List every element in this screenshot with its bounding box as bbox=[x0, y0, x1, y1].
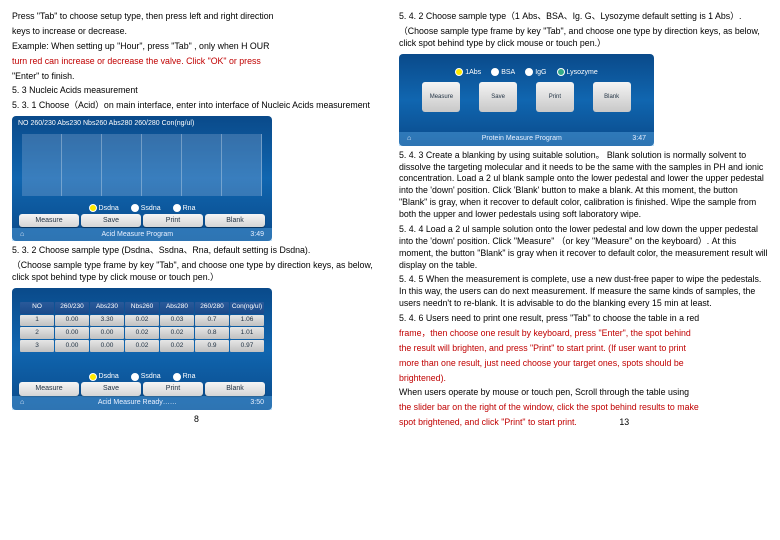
blank-button[interactable]: Blank bbox=[205, 382, 265, 395]
screenshot-acid-measure-data: NO260/230Abs230Nbs260Abs280260/280Con(ng… bbox=[12, 288, 272, 410]
print-button[interactable]: Print bbox=[143, 214, 203, 227]
screenshot-acid-measure-empty: NO 260/230 Abs230 Nbs260 Abs280 260/280 … bbox=[12, 116, 272, 241]
text: the result will brighten, and press "Pri… bbox=[399, 343, 768, 355]
text: brightened). bbox=[399, 373, 768, 385]
text: the slider bar on the right of the windo… bbox=[399, 402, 768, 414]
blank-button[interactable]: Blank bbox=[205, 214, 265, 227]
page-number: 13 bbox=[619, 417, 629, 427]
print-icon[interactable]: Print bbox=[536, 82, 574, 112]
measure-icon[interactable]: Measure bbox=[422, 82, 460, 112]
text: 5. 3. 1 Choose（Acid）on main interface, e… bbox=[12, 100, 381, 112]
text: When users operate by mouse or touch pen… bbox=[399, 387, 768, 399]
blank-icon[interactable]: Blank bbox=[593, 82, 631, 112]
save-button[interactable]: Save bbox=[81, 382, 141, 395]
text: turn red can increase or decrease the va… bbox=[12, 56, 381, 68]
save-icon[interactable]: Save bbox=[479, 82, 517, 112]
text: Example: When setting up "Hour", press "… bbox=[12, 41, 381, 53]
page-number: 8 bbox=[12, 414, 381, 426]
text: （Choose sample type frame by key "Tab", … bbox=[12, 260, 381, 284]
text: spot brightened, and click "Print" to st… bbox=[399, 417, 768, 429]
text: 5. 4. 2 Choose sample type（1 Abs、BSA、Ig.… bbox=[399, 11, 768, 23]
text: frame，then choose one result by keyboard… bbox=[399, 328, 768, 340]
save-button[interactable]: Save bbox=[81, 214, 141, 227]
measure-button[interactable]: Measure bbox=[19, 382, 79, 395]
text: keys to increase or decrease. bbox=[12, 26, 381, 38]
print-button[interactable]: Print bbox=[143, 382, 203, 395]
text: "Enter" to finish. bbox=[12, 71, 381, 83]
text: more than one result, just need choose y… bbox=[399, 358, 768, 370]
text: （Choose sample type frame by key "Tab", … bbox=[399, 26, 768, 50]
text: 5. 4. 3 Create a blanking by using suita… bbox=[399, 150, 768, 221]
measure-button[interactable]: Measure bbox=[19, 214, 79, 227]
text: 5. 3. 2 Choose sample type (Dsdna、Ssdna、… bbox=[12, 245, 381, 257]
heading: 5. 3 Nucleic Acids measurement bbox=[12, 85, 381, 97]
text: 5. 4. 5 When the measurement is complete… bbox=[399, 274, 768, 310]
text: 5. 4. 6 Users need to print one result, … bbox=[399, 313, 768, 325]
text: Press "Tab" to choose setup type, then p… bbox=[12, 11, 381, 23]
screenshot-protein-measure: 1Abs BSA IgG Lysozyme Measure Save Print… bbox=[399, 54, 654, 146]
text: 5. 4. 4 Load a 2 ul sample solution onto… bbox=[399, 224, 768, 272]
